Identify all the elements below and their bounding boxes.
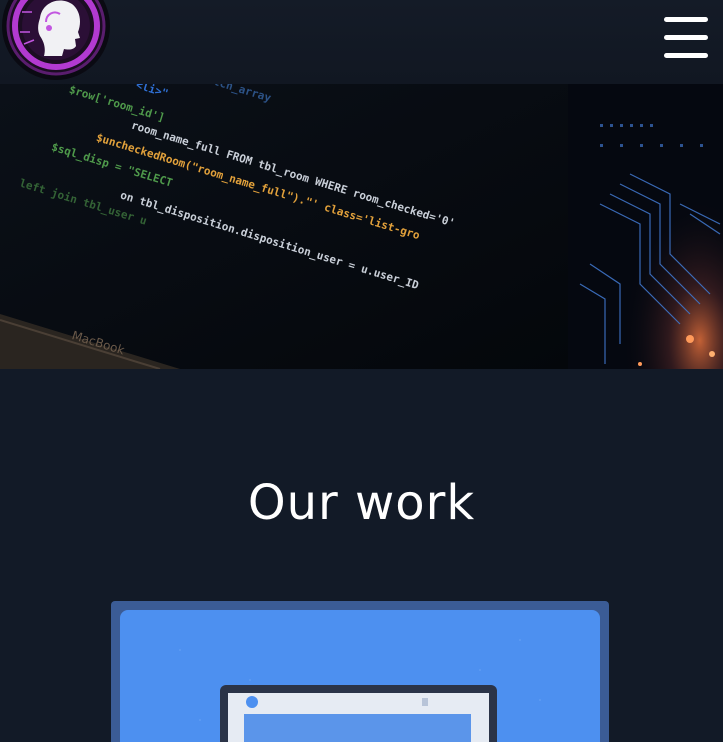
site-logo[interactable] [2,0,110,80]
work-card-image [120,610,600,742]
our-work-heading: Our work [247,475,476,531]
hamburger-menu-icon-bar-middle [664,35,708,40]
hamburger-menu-button[interactable] [661,15,711,61]
hamburger-menu-icon-bar-top [664,17,708,22]
hero-banner-image: $result = mysql_query(...) while ($row =… [0,84,723,369]
page: $result = mysql_query(...) while ($row =… [0,0,723,742]
work-card[interactable] [111,601,609,742]
laptop-illustration-icon [220,685,497,742]
top-navbar [0,0,723,84]
ai-head-logo-icon [2,0,110,80]
hamburger-menu-icon-bar-bottom [664,53,708,58]
